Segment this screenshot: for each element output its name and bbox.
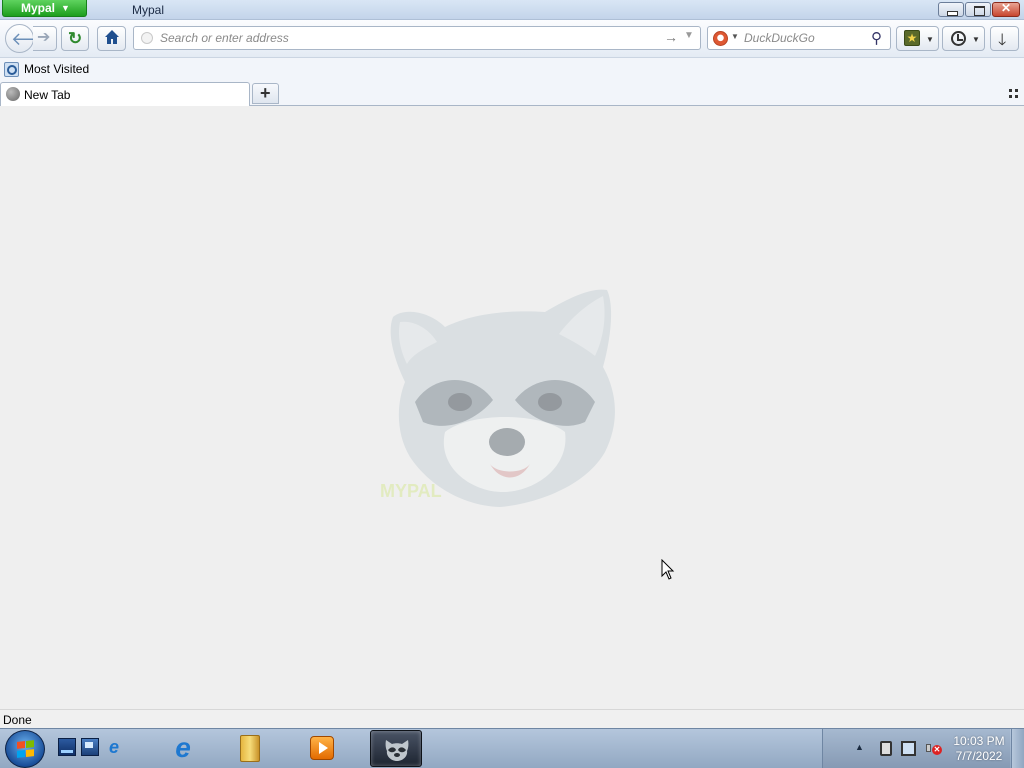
close-button[interactable]: ✕ [992, 1, 1020, 17]
taskbar-clock[interactable]: 10:03 PM 7/7/2022 [949, 734, 1009, 764]
taskbar-internet-explorer[interactable]: e [157, 730, 209, 767]
show-desktop-quick-icon[interactable] [58, 738, 76, 756]
clock-date: 7/7/2022 [955, 749, 1003, 763]
taskbar-windows-explorer[interactable] [225, 730, 277, 767]
chevron-down-icon: ▼ [972, 35, 980, 44]
clock-time: 10:03 PM [953, 734, 1005, 748]
internet-explorer-quick-icon[interactable]: e [105, 738, 123, 756]
navigation-toolbar: 🡐 ➔ ↻ → ▼ ▼ ⚲ ★ ▼ ▼ 🡓 [0, 20, 1024, 58]
search-input[interactable] [744, 30, 864, 46]
app-menu-label: Mypal [21, 1, 56, 15]
reload-button[interactable]: ↻ [61, 26, 89, 51]
chevron-down-icon[interactable]: ▼ [731, 32, 739, 41]
system-tray: ▲ ✕ 10:03 PM 7/7/2022 [822, 729, 1010, 768]
globe-icon [6, 87, 20, 101]
bookmarks-menu-button[interactable]: ★ ▼ [896, 26, 939, 51]
home-icon [105, 30, 119, 44]
restore-button[interactable] [965, 2, 991, 17]
address-bar[interactable]: → ▼ [133, 26, 701, 50]
bookmark-label: Most Visited [24, 62, 90, 76]
site-identity-icon [141, 32, 153, 44]
chevron-down-icon: ▼ [61, 3, 70, 13]
mouse-cursor-icon [661, 559, 675, 580]
plus-icon: + [260, 83, 271, 103]
title-bar: Mypal ▼ Mypal ✕ [0, 0, 1024, 20]
forward-arrow-icon: ➔ [37, 29, 51, 46]
close-icon: ✕ [1000, 1, 1012, 15]
forward-button[interactable]: ➔ [33, 26, 57, 51]
folder-icon [240, 735, 260, 762]
raccoon-logo-icon: MYPAL [380, 289, 615, 507]
internet-explorer-icon: e [175, 732, 191, 763]
tab-groups-icon[interactable] [1009, 89, 1018, 98]
search-bar[interactable]: ▼ ⚲ [707, 26, 891, 50]
history-menu-button[interactable]: ▼ [942, 26, 985, 51]
action-center-icon[interactable] [901, 741, 916, 756]
search-icon[interactable]: ⚲ [871, 29, 882, 47]
status-text: Done [3, 713, 32, 727]
app-menu-button[interactable]: Mypal ▼ [2, 0, 87, 17]
raccoon-icon [385, 740, 409, 761]
url-history-dropdown-icon[interactable]: ▼ [684, 30, 694, 41]
switch-windows-quick-icon[interactable] [81, 738, 99, 756]
taskbar-media-player[interactable] [296, 730, 348, 767]
home-button[interactable] [97, 26, 126, 51]
tab-new-tab[interactable]: New Tab [0, 82, 250, 106]
svg-text:MYPAL: MYPAL [380, 481, 442, 501]
tab-label: New Tab [24, 88, 71, 102]
page-content: MYPAL [0, 107, 1024, 709]
status-bar: Done [0, 709, 1024, 728]
taskbar-mypal[interactable] [370, 730, 422, 767]
address-input[interactable] [160, 30, 660, 46]
bookmarks-toolbar: Most Visited [0, 58, 1024, 81]
duckduckgo-icon[interactable] [713, 31, 728, 46]
minimize-button[interactable] [938, 2, 964, 17]
show-desktop-button[interactable] [1011, 729, 1024, 768]
start-button[interactable] [5, 730, 45, 768]
history-clock-icon [951, 31, 966, 46]
new-tab-button[interactable]: + [252, 83, 279, 104]
taskbar: e e ▲ ✕ 10:03 PM 7/7/2022 [0, 728, 1024, 768]
media-player-icon [310, 736, 334, 760]
tab-strip: New Tab + [0, 81, 1024, 106]
window-title: Mypal [132, 3, 165, 17]
chevron-down-icon: ▼ [926, 35, 934, 44]
back-button[interactable]: 🡐 [5, 24, 59, 53]
reload-icon: ↻ [68, 29, 83, 48]
download-arrow-icon: 🡓 [998, 32, 1007, 49]
volume-muted-icon[interactable]: ✕ [925, 740, 942, 757]
most-visited-icon [4, 62, 19, 77]
network-icon[interactable] [880, 741, 892, 756]
bookmark-star-icon: ★ [904, 30, 920, 46]
windows-logo-icon [17, 740, 34, 758]
downloads-button[interactable]: 🡓 [990, 26, 1019, 51]
go-arrow-icon[interactable]: → [664, 29, 678, 45]
show-hidden-icons-icon[interactable]: ▲ [855, 742, 864, 752]
